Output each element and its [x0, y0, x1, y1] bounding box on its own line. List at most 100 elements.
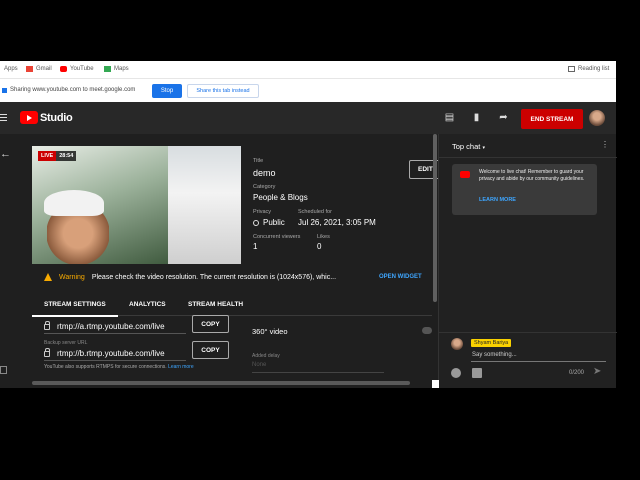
- likes-label: Likes: [317, 234, 330, 240]
- stream-preview[interactable]: LIVE 28:54: [32, 146, 241, 264]
- stream-tabs: STREAM SETTINGS ANALYTICS STREAM HEALTH: [32, 294, 432, 317]
- chat-input-area: Shyam Bariya Say something... 0/200 ➤: [439, 332, 617, 388]
- tab-stream-settings[interactable]: STREAM SETTINGS: [32, 301, 118, 317]
- bookmark-flag-icon[interactable]: ▮: [471, 113, 482, 123]
- globe-icon: [253, 219, 259, 226]
- primary-server-url[interactable]: rtmp://a.rtmp.youtube.com/live: [44, 320, 186, 334]
- corner-marker: [432, 380, 439, 388]
- backup-url-label: Backup server URL: [44, 340, 88, 346]
- reading-list-label: Reading list: [578, 66, 610, 72]
- privacy-value: Public: [263, 218, 285, 227]
- live-chat-panel: Top chat ▾ ⋮ Welcome to live chat! Remem…: [438, 134, 617, 388]
- copy-label: COPY: [201, 346, 220, 354]
- more-options-icon[interactable]: ⋮: [601, 140, 609, 149]
- youtube-studio-logo[interactable]: Studio: [20, 111, 73, 124]
- exit-icon[interactable]: [0, 366, 7, 374]
- emoji-icon[interactable]: [451, 368, 461, 378]
- bookmark-label: YouTube: [70, 66, 94, 72]
- end-stream-button[interactable]: END STREAM: [521, 109, 583, 129]
- backup-url-value: rtmp://b.rtmp.youtube.com/live: [57, 349, 165, 358]
- chat-mode-dropdown[interactable]: Top chat ▾: [452, 142, 485, 151]
- share-arrow-icon[interactable]: ➦: [498, 113, 509, 123]
- stop-label: Stop: [160, 88, 174, 94]
- warning-label: Warning: [59, 273, 85, 281]
- stop-sharing-button[interactable]: Stop: [152, 84, 182, 98]
- lock-icon: [44, 320, 50, 330]
- copy-backup-url-button[interactable]: COPY: [192, 341, 229, 359]
- share-this-tab-label: Share this tab instead: [196, 88, 250, 94]
- end-stream-label: END STREAM: [530, 115, 574, 123]
- stream-privacy: Public: [253, 218, 285, 227]
- clapperboard-icon[interactable]: ▤: [444, 113, 455, 123]
- gmail-icon: [26, 66, 33, 72]
- vertical-scrollbar[interactable]: [433, 134, 437, 302]
- bookmarks-bar: Apps Gmail YouTube Maps Reading list: [0, 61, 616, 78]
- char-counter: 0/200: [569, 370, 585, 376]
- viewers-label: Concurrent viewers: [253, 234, 301, 240]
- category-label: Category: [253, 184, 276, 190]
- bookmark-gmail[interactable]: Gmail: [26, 66, 52, 72]
- studio-header: Studio ▤ ▮ ➦ END STREAM: [0, 102, 616, 134]
- bookmark-youtube[interactable]: YouTube: [60, 66, 94, 72]
- send-icon[interactable]: ➤: [593, 366, 601, 377]
- bookmark-maps[interactable]: Maps: [104, 66, 129, 72]
- bookmark-label: Maps: [114, 66, 129, 72]
- copy-primary-url-button[interactable]: COPY: [192, 315, 229, 333]
- bookmark-label: Gmail: [36, 66, 52, 72]
- youtube-icon: [60, 66, 67, 72]
- rtmps-text: YouTube also supports RTMPS for secure c…: [44, 364, 167, 370]
- youtube-icon: [460, 171, 470, 178]
- reading-list[interactable]: Reading list: [568, 66, 609, 72]
- chat-welcome-text: Welcome to live chat! Remember to guard …: [479, 169, 585, 182]
- maps-icon: [104, 66, 111, 72]
- live-badge: LIVE 28:54: [38, 151, 77, 161]
- rtmps-note: YouTube also supports RTMPS for secure c…: [44, 364, 194, 370]
- rtmps-learn-more-link[interactable]: Learn more: [168, 364, 194, 370]
- share-this-tab-button[interactable]: Share this tab instead: [187, 84, 259, 98]
- chat-welcome-card: Welcome to live chat! Remember to guard …: [452, 164, 597, 215]
- share-icon: [2, 88, 7, 93]
- chat-user-name: Shyam Bariya: [471, 339, 512, 347]
- privacy-label: Privacy: [253, 209, 272, 215]
- horizontal-scrollbar[interactable]: [32, 381, 410, 385]
- super-chat-icon[interactable]: [472, 368, 482, 378]
- bookmark-apps[interactable]: Apps: [4, 66, 18, 72]
- open-widget-link[interactable]: OPEN WIDGET: [379, 274, 422, 280]
- tab-stream-health[interactable]: STREAM HEALTH: [188, 301, 243, 308]
- added-delay-select[interactable]: None: [252, 362, 384, 373]
- video-360-toggle[interactable]: [422, 327, 432, 334]
- preview-app-screen: [168, 146, 241, 264]
- left-rail: ←: [0, 134, 14, 388]
- likes-value: 0: [317, 242, 322, 251]
- title-label: Title: [253, 158, 264, 164]
- copy-label: COPY: [201, 320, 220, 328]
- chat-input-underline: [471, 361, 606, 362]
- youtube-logo-icon: [20, 111, 38, 124]
- backup-server-url[interactable]: rtmp://b.rtmp.youtube.com/live: [44, 347, 186, 361]
- chat-mode-label: Top chat: [452, 142, 481, 151]
- scheduled-label: Scheduled for: [298, 209, 332, 215]
- preview-helmet: [44, 190, 104, 216]
- account-avatar[interactable]: [589, 110, 605, 126]
- warning-icon: [44, 273, 52, 281]
- added-delay-value: None: [252, 362, 267, 368]
- primary-url-value: rtmp://a.rtmp.youtube.com/live: [57, 322, 165, 331]
- scheduled-value: Jul 26, 2021, 3:05 PM: [298, 218, 376, 227]
- user-avatar: [451, 338, 463, 350]
- live-label: LIVE: [38, 151, 57, 161]
- tab-analytics[interactable]: ANALYTICS: [129, 301, 166, 308]
- stream-category: People & Blogs: [253, 193, 308, 202]
- studio-label: Studio: [40, 111, 73, 124]
- reading-list-icon: [568, 66, 575, 72]
- back-arrow-icon[interactable]: ←: [0, 148, 11, 160]
- menu-icon[interactable]: [0, 114, 7, 123]
- chat-learn-more-link[interactable]: LEARN MORE: [479, 197, 516, 203]
- stream-title: demo: [253, 168, 276, 178]
- bookmark-label: Apps: [4, 66, 18, 72]
- chat-message-input[interactable]: Say something...: [472, 352, 517, 358]
- stream-panel: LIVE 28:54 Title demo Category People & …: [14, 134, 443, 388]
- lock-icon: [44, 347, 50, 357]
- warning-message: Please check the video resolution. The c…: [91, 273, 337, 281]
- viewers-value: 1: [253, 242, 258, 251]
- chevron-down-icon: ▾: [482, 145, 485, 151]
